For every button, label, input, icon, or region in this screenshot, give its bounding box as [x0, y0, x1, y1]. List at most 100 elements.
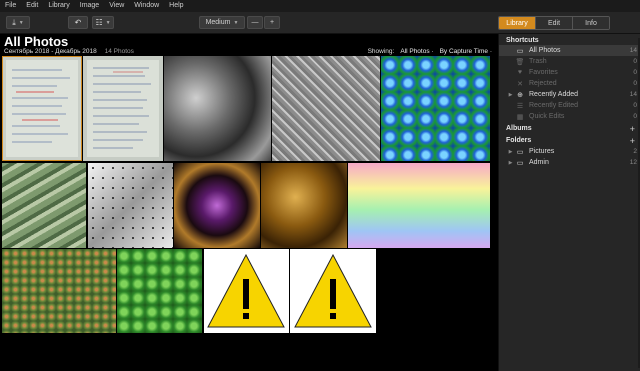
chevron-right-icon[interactable]: ▶	[506, 92, 515, 98]
sidebar: Shortcuts ▭ All Photos 14 🗑 Trash 0 ♥ Fa…	[498, 34, 640, 371]
sidebar-item-folder-admin[interactable]: ▶ ▭ Admin 12	[499, 157, 640, 168]
photos-icon: ▭	[516, 47, 524, 55]
photo-count: 14 Photos	[104, 48, 134, 55]
filter-bar: Showing: All Photos · By Capture Time ·	[368, 48, 492, 56]
tab-edit[interactable]: Edit	[536, 17, 573, 29]
folder-icon: ▭	[516, 148, 524, 156]
sidebar-item-label: Pictures	[529, 148, 555, 155]
sidebar-item-label: Favorites	[529, 69, 558, 76]
sidebar-item-label: Quick Edits	[529, 113, 565, 120]
thumbnail-blue-spheres[interactable]	[381, 56, 490, 161]
sidebar-item-label: Trash	[529, 58, 547, 65]
mode-tabs: Library Edit Info	[498, 16, 610, 30]
menu-library[interactable]: Library	[43, 0, 74, 12]
warning-icon	[294, 253, 372, 328]
chevron-down-icon: ▼	[233, 19, 239, 26]
sidebar-item-count: 12	[629, 159, 637, 166]
thumbnail-pastel-waves[interactable]	[348, 163, 490, 248]
tab-library[interactable]: Library	[499, 17, 536, 29]
sidebar-item-folder-pictures[interactable]: ▶ ▭ Pictures 2	[499, 146, 640, 157]
sidebar-item-label: Recently Added	[529, 91, 579, 98]
plus-icon: +	[629, 136, 635, 146]
sidebar-item-label: Recently Edited	[529, 102, 579, 109]
thumbnail-clover[interactable]	[117, 249, 202, 333]
quick-edit-icon: ▦	[516, 113, 524, 121]
folder-icon: ▭	[516, 159, 524, 167]
menu-help[interactable]: Help	[164, 0, 188, 12]
sidebar-item-trash[interactable]: 🗑 Trash 0	[499, 56, 640, 67]
layout-button[interactable]: ☷ ▼	[92, 16, 114, 29]
menu-file[interactable]: File	[0, 0, 21, 12]
x-icon: ✕	[517, 80, 523, 88]
sidebar-item-favorites[interactable]: ♥ Favorites 0	[499, 67, 640, 78]
thumbnail-handwritten-note-1[interactable]	[2, 56, 82, 161]
showing-value: All Photos	[400, 48, 430, 55]
heart-icon: ♥	[517, 69, 523, 76]
sidebar-item-label: Admin	[529, 159, 549, 166]
sidebar-item-label: All Photos	[529, 47, 561, 54]
showing-label: Showing:	[367, 48, 395, 55]
thumbnail-dollar-bills[interactable]	[2, 163, 86, 248]
menu-window[interactable]: Window	[129, 0, 164, 12]
add-folder-button[interactable]: +	[629, 136, 635, 146]
minus-icon: —	[251, 19, 259, 26]
plus-icon: +	[629, 124, 635, 134]
grid-layout-icon: ☷	[95, 17, 103, 27]
library-view: All Photos Сентябрь 2018 - Декабрь 2018 …	[0, 34, 498, 371]
date-range-text: Сентябрь 2018 - Декабрь 2018	[4, 48, 97, 55]
import-button[interactable]: ⤓ ▼	[6, 16, 30, 29]
sidebar-item-count: 14	[629, 47, 637, 54]
sidebar-item-rejected[interactable]: ✕ Rejected 0	[499, 78, 640, 89]
menu-edit[interactable]: Edit	[21, 0, 43, 12]
warning-icon	[207, 253, 285, 328]
plus-circle-icon: ⊕	[517, 91, 523, 99]
sidebar-item-count: 0	[633, 102, 637, 109]
rotate-button[interactable]: ↶	[68, 16, 88, 29]
add-album-button[interactable]: +	[629, 124, 635, 134]
sort-dropdown[interactable]: By Capture Time ·	[440, 48, 492, 56]
thumbnail-moss[interactable]	[2, 249, 116, 333]
thumbnail-warning-placeholder-2[interactable]	[290, 249, 376, 333]
tab-info[interactable]: Info	[573, 17, 609, 29]
sidebar-item-count: 0	[633, 113, 637, 120]
zoom-select[interactable]: Medium ▼	[199, 16, 245, 29]
download-icon: ⤓	[12, 17, 16, 27]
sidebar-item-count: 0	[633, 69, 637, 76]
thumbnail-gold-swirl[interactable]	[261, 163, 347, 248]
handwritten-note-image	[2, 56, 82, 161]
plus-icon: +	[269, 19, 275, 26]
chevron-right-icon[interactable]: ▶	[506, 160, 515, 166]
sidebar-item-recently-added[interactable]: ▶ ⊕ Recently Added 14	[499, 89, 640, 100]
menu-view[interactable]: View	[104, 0, 129, 12]
albums-heading: Albums	[506, 125, 532, 132]
page-title: All Photos	[4, 34, 69, 49]
chevron-right-icon[interactable]: ▶	[506, 149, 515, 155]
thumbnail-gray-smoke[interactable]	[164, 56, 271, 161]
trash-icon: 🗑	[515, 58, 525, 66]
zoom-in-button[interactable]: +	[264, 16, 280, 29]
sort-value: By Capture Time	[439, 48, 489, 55]
thumbnail-dice[interactable]	[88, 163, 173, 248]
handwritten-note-image	[83, 56, 163, 161]
menu-bar: File Edit Library Image View Window Help	[0, 0, 640, 12]
date-range: Сентябрь 2018 - Декабрь 2018 14 Photos	[4, 48, 134, 56]
chevron-down-icon: ▼	[18, 19, 24, 26]
thumbnail-purple-fractal[interactable]	[174, 163, 260, 248]
thumbnail-handwritten-note-2[interactable]	[83, 56, 163, 161]
zoom-value: Medium	[205, 19, 231, 26]
menu-image[interactable]: Image	[75, 0, 104, 12]
sidebar-item-recently-edited[interactable]: ☰ Recently Edited 0	[499, 100, 640, 111]
zoom-out-button[interactable]: —	[247, 16, 263, 29]
folders-heading: Folders	[506, 137, 532, 144]
sidebar-item-count: 0	[633, 58, 637, 65]
sidebar-item-all-photos[interactable]: ▭ All Photos 14	[499, 45, 640, 56]
rotate-icon: ↶	[74, 17, 82, 27]
sidebar-item-quick-edits[interactable]: ▦ Quick Edits 0	[499, 111, 640, 122]
thumbnail-diamond-plate[interactable]	[272, 56, 380, 161]
sidebar-item-label: Rejected	[529, 80, 557, 87]
sidebar-item-count: 0	[633, 80, 637, 87]
sidebar-item-count: 2	[633, 148, 637, 155]
thumbnail-warning-placeholder-1[interactable]	[204, 249, 289, 333]
sidebar-item-count: 14	[629, 91, 637, 98]
showing-dropdown[interactable]: All Photos ·	[400, 48, 433, 56]
